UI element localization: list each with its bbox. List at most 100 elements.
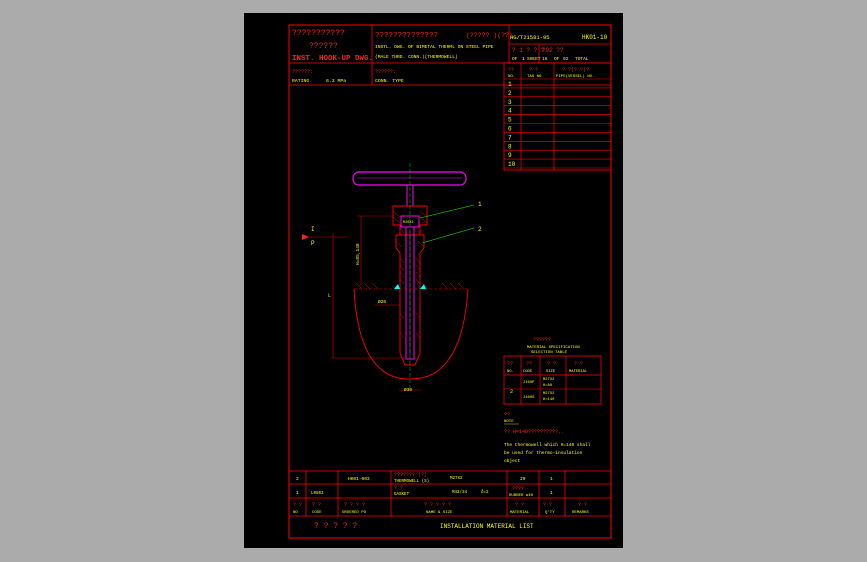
rating-label-cn: ??????: bbox=[292, 69, 313, 75]
bom-row2-size: M42/34 bbox=[452, 490, 468, 495]
bom-head-no: NO bbox=[293, 511, 298, 515]
bom-row1-no: 2 bbox=[296, 476, 299, 482]
mat-row2-code: J160S bbox=[523, 396, 535, 400]
mat-head-size: SIZE bbox=[546, 370, 556, 374]
tag-head-cn-pipe: ? ?(? ?)? bbox=[562, 67, 589, 73]
note-line-2: be used for thermo-insulation bbox=[504, 450, 583, 456]
tag-row-number: 5 bbox=[508, 117, 512, 124]
tag-head-no: NO. bbox=[508, 75, 515, 79]
bom-row2-material: RUBBER a40 bbox=[509, 494, 534, 498]
rating-value: 6.3 MPa bbox=[326, 78, 346, 84]
company-en: INST. HOOK-UP DWG. bbox=[292, 55, 373, 63]
pipe-wall bbox=[353, 288, 469, 380]
tag-row-number: 6 bbox=[508, 126, 512, 133]
tag-row-number: 7 bbox=[508, 134, 512, 141]
note-block: ?? NOTE ?? H=140??????????.. The thermow… bbox=[504, 412, 591, 464]
sheet-cn: ? 1 ? ? ? bbox=[512, 47, 545, 54]
drawing-number: HK01-10 bbox=[582, 34, 608, 41]
bom-table: 2 HK01-003 ??????? (?) THERMOWELL (S) M2… bbox=[289, 470, 611, 531]
bom-row2-qty: 1 bbox=[550, 490, 553, 496]
mat-title-cn: ?????? bbox=[533, 337, 551, 343]
mat-title-en1: MATERIAL SPECIFICATION bbox=[527, 346, 580, 350]
note-line-3: object bbox=[504, 458, 521, 464]
mat-row1-code: J160P bbox=[523, 381, 535, 385]
mat-head-cn-code: ?? bbox=[526, 361, 532, 367]
bom-head-cn-remarks: ? ? bbox=[578, 502, 587, 508]
total-cn: ?92 ?? bbox=[542, 47, 564, 54]
bom-head-cn-qty: ? ? bbox=[543, 502, 552, 508]
tag-row-number: 9 bbox=[508, 152, 512, 159]
tag-table: ?? ? ? ? ?(? ?)? NO. TAG NO PIPE(VESSEL)… bbox=[503, 62, 612, 171]
cad-drawing: ??????????? ?????? INST. HOOK-UP DWG. ??… bbox=[288, 24, 612, 539]
bom-head-material: MATERIAL bbox=[510, 511, 530, 515]
upper-diameter: Ø20 bbox=[378, 298, 386, 305]
mat-row-no: 2 bbox=[510, 389, 513, 395]
total-count: 92 bbox=[563, 56, 569, 62]
company-cn2: ?????? bbox=[309, 42, 338, 51]
standard-code: HG/T21581-95 bbox=[510, 34, 550, 41]
mat-head-material: MATERIAL bbox=[569, 370, 588, 374]
tag-row-number: 4 bbox=[508, 108, 512, 115]
tag-row-number: 3 bbox=[508, 99, 512, 106]
note-line-cn: ?? H=140??????????.. bbox=[504, 429, 564, 435]
total-sheets-no: 16 bbox=[542, 56, 548, 62]
bom-head-code: CODE bbox=[312, 511, 322, 515]
bom-head-cn-po: ? ? ? ? bbox=[344, 502, 365, 508]
tag-row-number: 1 bbox=[508, 81, 512, 88]
gasket-right bbox=[420, 284, 426, 289]
mat-head-cn-material: ? ? bbox=[574, 361, 583, 367]
bom-head-name: NAME & SIZE bbox=[426, 511, 453, 515]
material-table: ?????? MATERIAL SPECIFICATION SELECTION … bbox=[503, 337, 602, 405]
conn-type-cn: ??????: bbox=[375, 69, 396, 75]
mat-head-cn-no: ?? bbox=[507, 361, 513, 367]
bom-head-cn-code: ? ? bbox=[312, 502, 321, 508]
bom-row2-material-cn: ???? bbox=[512, 486, 524, 492]
tag-head-tag: TAG NO bbox=[527, 75, 542, 79]
mat-row1-size2: H=80 bbox=[543, 384, 553, 388]
total-label: TOTAL bbox=[575, 56, 589, 62]
leader-2 bbox=[421, 227, 475, 244]
height-dim: H=85,140 bbox=[355, 243, 361, 265]
lower-diameter: Ø30 bbox=[404, 386, 412, 393]
sheet-number: 1 bbox=[522, 56, 525, 62]
mat-title-en2: SELECTION TABLE bbox=[531, 351, 568, 355]
bom-head-remarks: REMARKS bbox=[572, 511, 589, 515]
bom-row1-qty: 1 bbox=[550, 476, 553, 482]
pressure-label: P bbox=[311, 240, 315, 247]
drawing-title-en2: (MALE THRD. CONN.)(THERMOWELL) bbox=[375, 54, 458, 60]
sheet-of: OF bbox=[512, 56, 518, 62]
bom-footer: INSTALLATION MATERIAL LIST bbox=[440, 523, 534, 530]
mat-row2-size1: M27X2 bbox=[543, 392, 555, 396]
bom-head-qty: Q'TY bbox=[545, 510, 555, 515]
bom-row1-name: THERMOWELL (S) bbox=[394, 479, 429, 484]
company-cn: ??????????? bbox=[292, 29, 345, 38]
sheet-label: SHEET bbox=[527, 56, 541, 62]
drawing-title-en1: INSTL. DWG. OF BIMETAL THERML ON STEEL P… bbox=[375, 44, 494, 50]
bom-row2-thk: δ=2 bbox=[481, 490, 489, 495]
thermometer-assembly: M20X2 H=85,140 L Ø20 Ø30 1 2 I P bbox=[302, 163, 482, 393]
bom-head-cn-material: ? ? bbox=[515, 502, 524, 508]
length-dim: L bbox=[328, 293, 331, 299]
bom-row2-name-cn: ? ? bbox=[394, 485, 403, 491]
top-mark: M20X2 bbox=[403, 221, 414, 225]
note-label-cn: ?? bbox=[504, 412, 510, 418]
bom-head-po: ORDERED PO bbox=[342, 511, 367, 515]
item-label-1: 1 bbox=[478, 201, 482, 208]
total-of: OF bbox=[554, 56, 560, 62]
drawing-title-suffix: (????? )(??) bbox=[466, 32, 513, 39]
item-label-2: 2 bbox=[478, 226, 482, 233]
bom-row1-size: M27X2 bbox=[450, 477, 463, 481]
bom-head-cn-no: ? ? bbox=[293, 502, 302, 508]
bom-row2-name: GASKET bbox=[394, 493, 410, 497]
bom-head-cn-name: ? ? ? ? ? bbox=[424, 502, 451, 508]
tag-head-cn-no: ?? bbox=[508, 67, 514, 73]
drawing-sheet: ??????????? ?????? INST. HOOK-UP DWG. ??… bbox=[244, 13, 623, 548]
dial-head bbox=[352, 171, 467, 186]
rating-label: RATING bbox=[292, 78, 309, 84]
conn-type-label: CONN. TYPE bbox=[375, 78, 404, 84]
mat-head-code: CODE bbox=[523, 370, 533, 374]
mat-head-cn-size: ? ? bbox=[547, 361, 556, 367]
bom-row1-part: HK01-003 bbox=[348, 476, 370, 482]
flow-arrow-icon bbox=[302, 234, 309, 240]
note-line-1: The thermowell which H=140 shall bbox=[504, 442, 591, 448]
